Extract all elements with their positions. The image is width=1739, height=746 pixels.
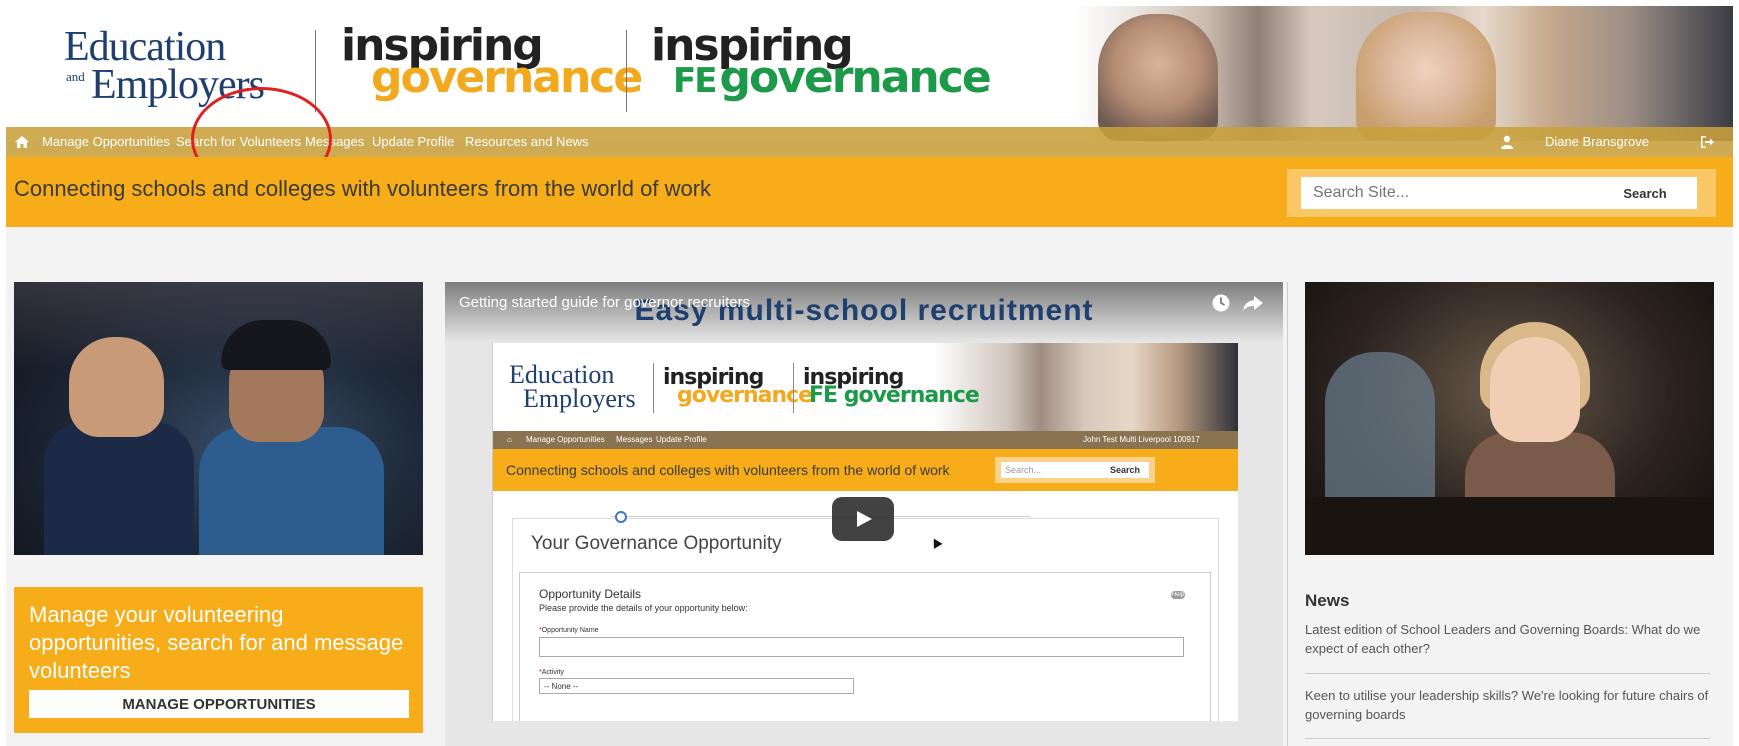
header-photo-man: [1098, 14, 1218, 141]
nav-update-profile[interactable]: Update Profile: [372, 134, 454, 149]
main-nav: Manage Opportunities Search for Voluntee…: [6, 127, 1733, 157]
header-photo-woman: [1356, 12, 1496, 141]
news-item[interactable]: Latest edition of School Leaders and Gov…: [1305, 620, 1710, 658]
inspiring-governance-logo[interactable]: inspiring governance: [341, 24, 643, 100]
inspiring-fe-governance-logo[interactable]: inspiring FEgovernance: [651, 24, 992, 100]
user-icon: [1501, 135, 1513, 149]
home-icon[interactable]: [14, 134, 30, 150]
news-heading: News: [1305, 591, 1350, 610]
site-tagline: Connecting schools and colleges with vol…: [14, 176, 712, 201]
logo-divider: [626, 30, 627, 112]
site-header: Education and Employers inspiring govern…: [6, 6, 1733, 141]
news-item[interactable]: Keen to utilise your leadership skills? …: [1305, 686, 1710, 724]
volunteers-photo-right: [1305, 282, 1714, 555]
video-title[interactable]: Getting started guide for governor recru…: [459, 294, 750, 311]
nav-resources-and-news[interactable]: Resources and News: [465, 134, 589, 149]
manage-panel-text: Manage your volunteering opportunities, …: [29, 602, 404, 683]
getting-started-video[interactable]: Education Employers inspiring governance i…: [445, 282, 1283, 746]
nav-messages[interactable]: Messages: [305, 134, 364, 149]
user-name[interactable]: Diane Bransgrove: [1545, 134, 1649, 149]
manage-opportunities-panel: Manage your volunteering opportunities, …: [14, 587, 423, 733]
manage-opportunities-button[interactable]: MANAGE OPPORTUNITIES: [29, 690, 409, 718]
nav-search-for-volunteers[interactable]: Search for Volunteers: [176, 134, 301, 149]
site-search-button[interactable]: Search: [1593, 177, 1697, 209]
play-button[interactable]: [832, 497, 894, 541]
logout-icon[interactable]: [1699, 134, 1715, 150]
column-divider: [1287, 282, 1288, 746]
news-divider: [1305, 738, 1710, 739]
education-employers-logo[interactable]: Education and Employers: [64, 26, 265, 106]
tagline-banner: Connecting schools and colleges with vol…: [6, 157, 1733, 227]
volunteers-photo-left: [14, 282, 423, 555]
share-icon[interactable]: [1242, 293, 1264, 313]
site-search: Search: [1287, 169, 1716, 217]
page: Education and Employers inspiring govern…: [6, 6, 1733, 746]
nav-manage-opportunities[interactable]: Manage Opportunities: [42, 134, 170, 149]
watch-later-icon[interactable]: [1211, 293, 1231, 313]
site-search-input[interactable]: [1301, 177, 1593, 209]
logo-divider: [315, 30, 316, 112]
news-divider: [1305, 673, 1710, 674]
